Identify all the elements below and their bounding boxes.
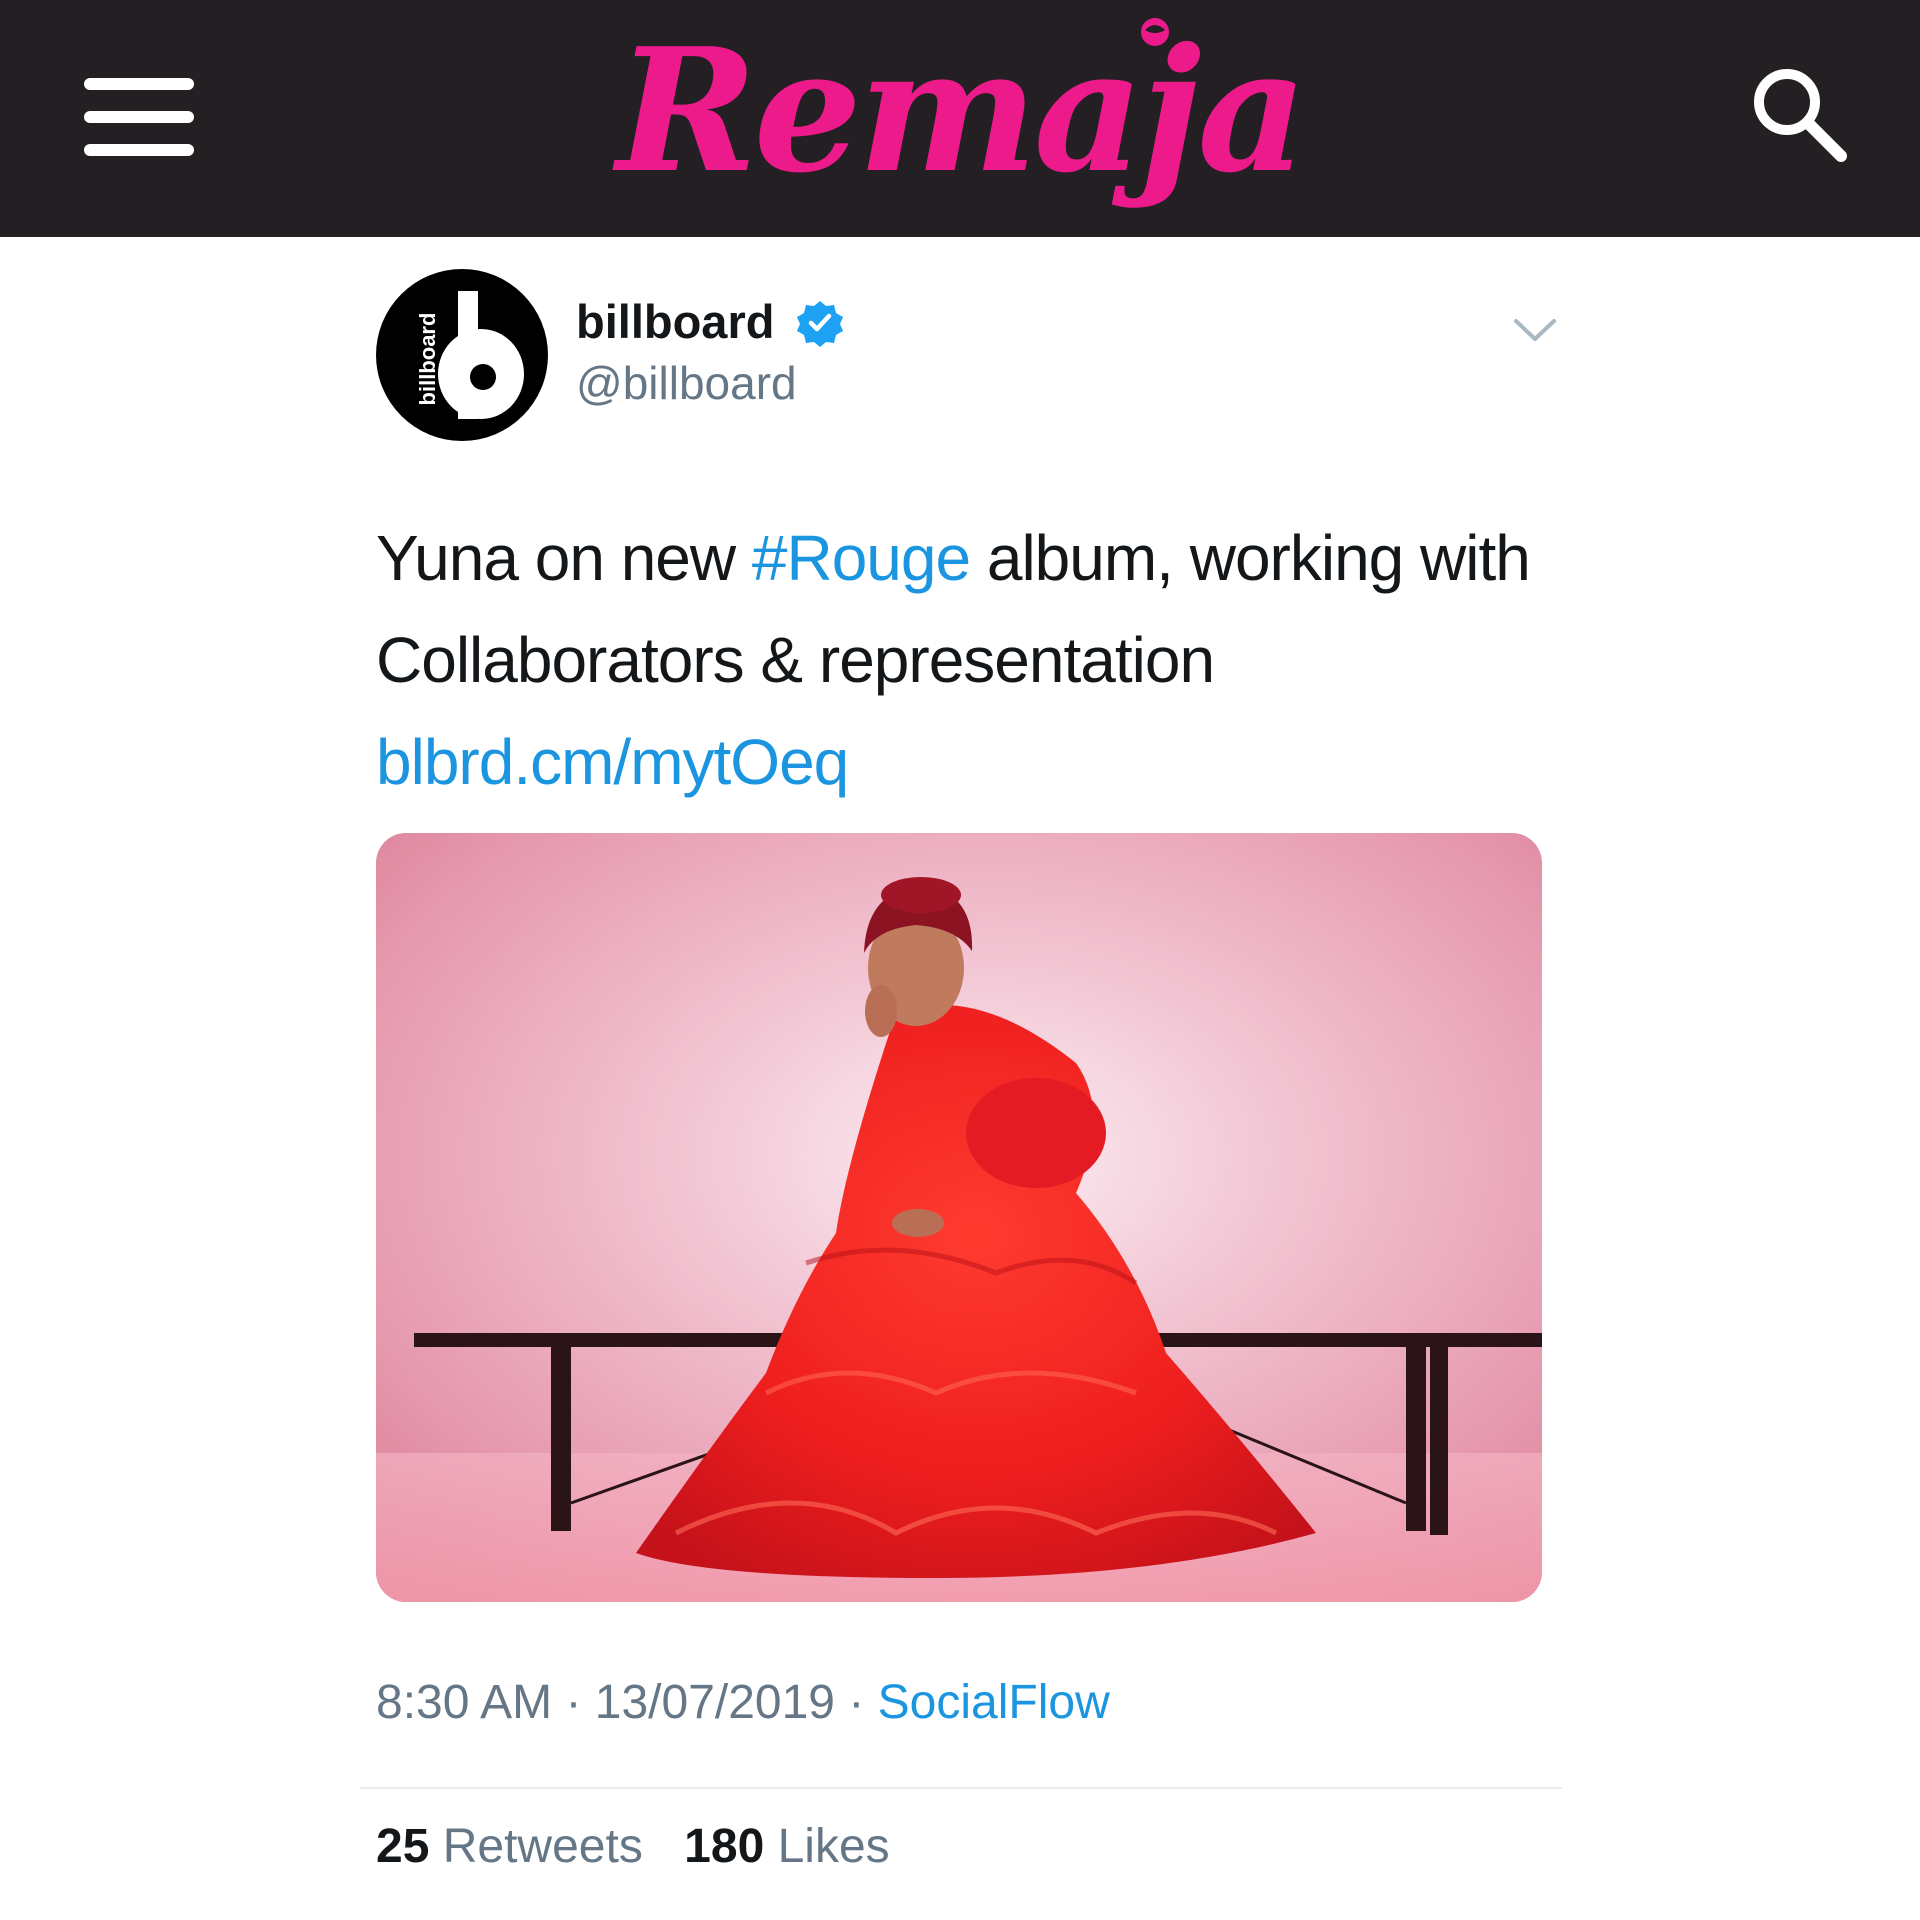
tweet-time[interactable]: 8:30 AM [376, 1676, 552, 1729]
tweet-stats: 25 Retweets 180 Likes [376, 1819, 918, 1874]
search-icon[interactable] [1745, 60, 1855, 170]
display-name[interactable]: billboard [576, 294, 774, 349]
hamburger-menu-icon[interactable] [84, 78, 198, 156]
top-bar: Remaja [0, 0, 1920, 237]
avatar[interactable]: billboard [376, 269, 548, 441]
divider [360, 1787, 1562, 1789]
tweet-date[interactable]: 13/07/2019 [595, 1676, 835, 1729]
retweets-stat[interactable]: 25 Retweets [376, 1820, 643, 1873]
tweet-source-link[interactable]: SocialFlow [878, 1676, 1110, 1729]
tweet-text: Yuna on new #Rouge album, working with C… [376, 507, 1546, 813]
user-handle[interactable]: @billboard [576, 356, 797, 410]
logo-text: Remaja [616, 11, 1307, 211]
tweet-photo[interactable] [376, 833, 1542, 1602]
meta-separator: · [552, 1676, 595, 1729]
avatar-label: billboard [415, 312, 440, 406]
remaja-logo[interactable]: Remaja [600, 6, 1320, 236]
tweet-meta: 8:30 AM · 13/07/2019 · SocialFlow [376, 1675, 1110, 1730]
meta-separator: · [835, 1676, 878, 1729]
likes-count: 180 [684, 1820, 765, 1873]
retweets-label: Retweets [442, 1820, 643, 1873]
url-link[interactable]: blbrd.cm/mytOeq [376, 726, 849, 798]
likes-label: Likes [777, 1820, 890, 1873]
likes-stat[interactable]: 180 Likes [684, 1820, 890, 1873]
verified-badge-icon [797, 301, 843, 347]
retweets-count: 25 [376, 1820, 430, 1873]
hashtag-link[interactable]: #Rouge [752, 522, 971, 594]
tweet-card: billboard billboard @billboard Yuna on n… [360, 237, 1570, 1920]
chevron-down-icon[interactable] [1510, 315, 1560, 345]
tweet-text-part: Yuna on new [376, 522, 752, 594]
